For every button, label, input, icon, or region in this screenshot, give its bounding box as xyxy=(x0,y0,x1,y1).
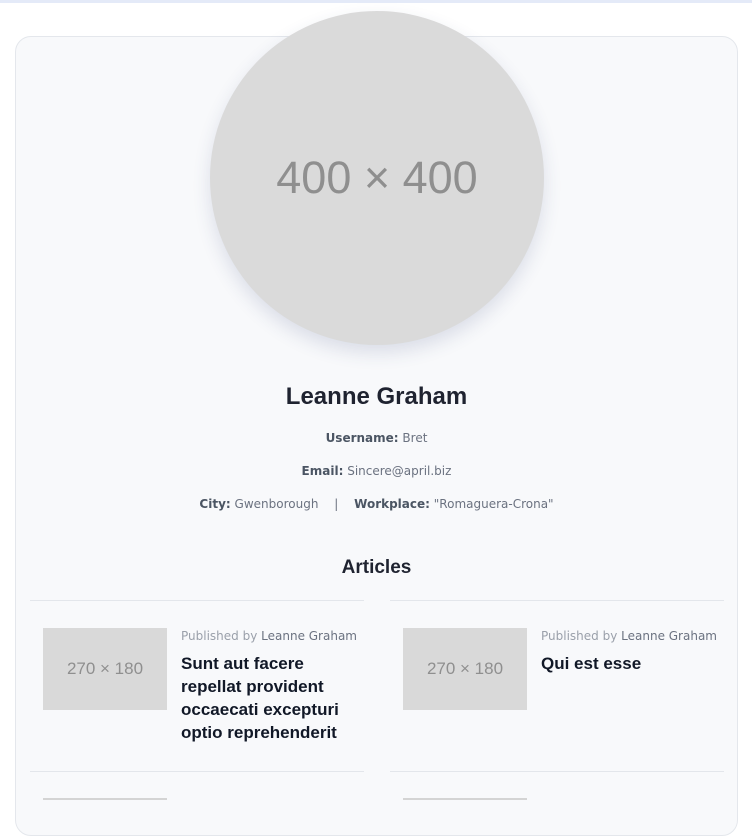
article-thumbnail[interactable]: 270 × 180 xyxy=(43,628,167,710)
article-divider xyxy=(30,600,364,601)
thumbnail-placeholder-text: 270 × 180 xyxy=(426,659,504,678)
byline-prefix: Published by xyxy=(541,629,618,643)
avatar-placeholder-text: 400 × 400 xyxy=(276,152,478,203)
email-value: Sincere@april.biz xyxy=(347,464,452,478)
thumbnail-placeholder-text: 270 × 180 xyxy=(66,659,144,678)
username-value: Bret xyxy=(402,431,428,445)
top-border xyxy=(0,0,752,3)
article-divider xyxy=(390,600,724,601)
byline-author[interactable]: Leanne Graham xyxy=(621,629,717,643)
article-divider xyxy=(30,771,364,772)
email-label: Email: xyxy=(301,464,344,478)
profile-name: Leanne Graham xyxy=(285,383,468,410)
article-byline: Published by Leanne Graham xyxy=(181,628,361,644)
byline-author[interactable]: Leanne Graham xyxy=(261,629,357,643)
article-card[interactable]: 270 × 180 Published by Leanne Graham Qui… xyxy=(403,628,721,710)
workplace-value: "Romaguera-Crona" xyxy=(433,497,554,511)
city-value: Gwenborough xyxy=(234,497,319,511)
article-thumbnail[interactable]: 270 × 180 xyxy=(403,628,527,710)
article-title[interactable]: Qui est esse xyxy=(541,652,721,675)
workplace-label: Workplace: xyxy=(354,497,430,511)
avatar: 400 × 400 xyxy=(210,11,544,345)
article-divider xyxy=(390,771,724,772)
article-byline: Published by Leanne Graham xyxy=(541,628,721,644)
profile-card: 400 × 400 Leanne Graham Username: Bret E… xyxy=(15,11,738,836)
city-label: City: xyxy=(199,497,231,511)
username-label: Username: xyxy=(325,431,399,445)
article-title[interactable]: Sunt aut facere repellat provident occae… xyxy=(181,652,361,744)
article-card[interactable]: 270 × 180 Published by Leanne Graham Sun… xyxy=(43,628,361,744)
byline-prefix: Published by xyxy=(181,629,258,643)
city-workplace-row: City: Gwenborough | Workplace: "Romaguer… xyxy=(16,497,737,511)
username-row: Username: Bret xyxy=(16,431,737,445)
separator: | xyxy=(334,497,339,511)
email-row: Email: Sincere@april.biz xyxy=(16,464,737,478)
articles-heading: Articles xyxy=(341,557,412,578)
